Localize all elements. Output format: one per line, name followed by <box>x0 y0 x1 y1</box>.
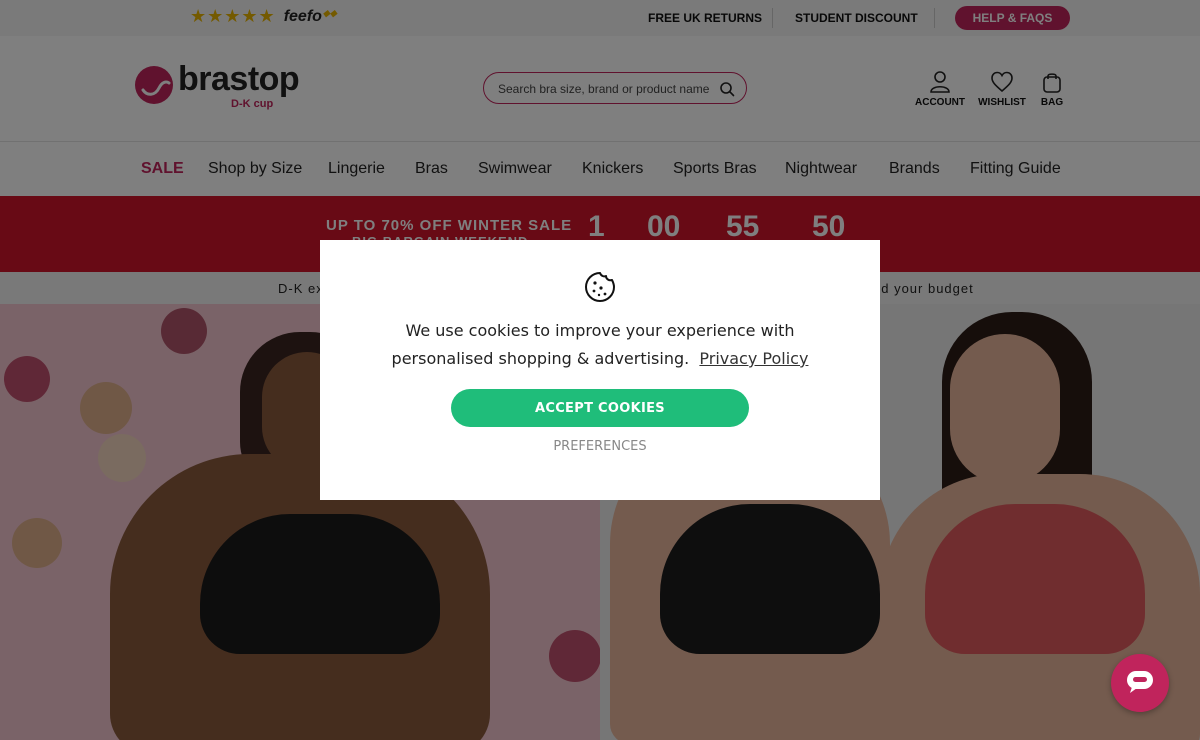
cookie-message: We use cookies to improve your experienc… <box>360 317 840 373</box>
page: ★★★★★ feefo◆◆ FREE UK RETURNS STUDENT DI… <box>0 0 1200 740</box>
chat-button[interactable] <box>1111 654 1169 712</box>
privacy-policy-link[interactable]: Privacy Policy <box>699 349 808 368</box>
accept-cookies-button[interactable]: ACCEPT COOKIES <box>451 389 749 427</box>
preferences-button[interactable]: PREFERENCES <box>500 439 700 454</box>
cookie-icon <box>585 272 615 302</box>
chat-bubble-icon <box>1127 671 1153 693</box>
cookie-consent-modal: We use cookies to improve your experienc… <box>320 240 880 500</box>
